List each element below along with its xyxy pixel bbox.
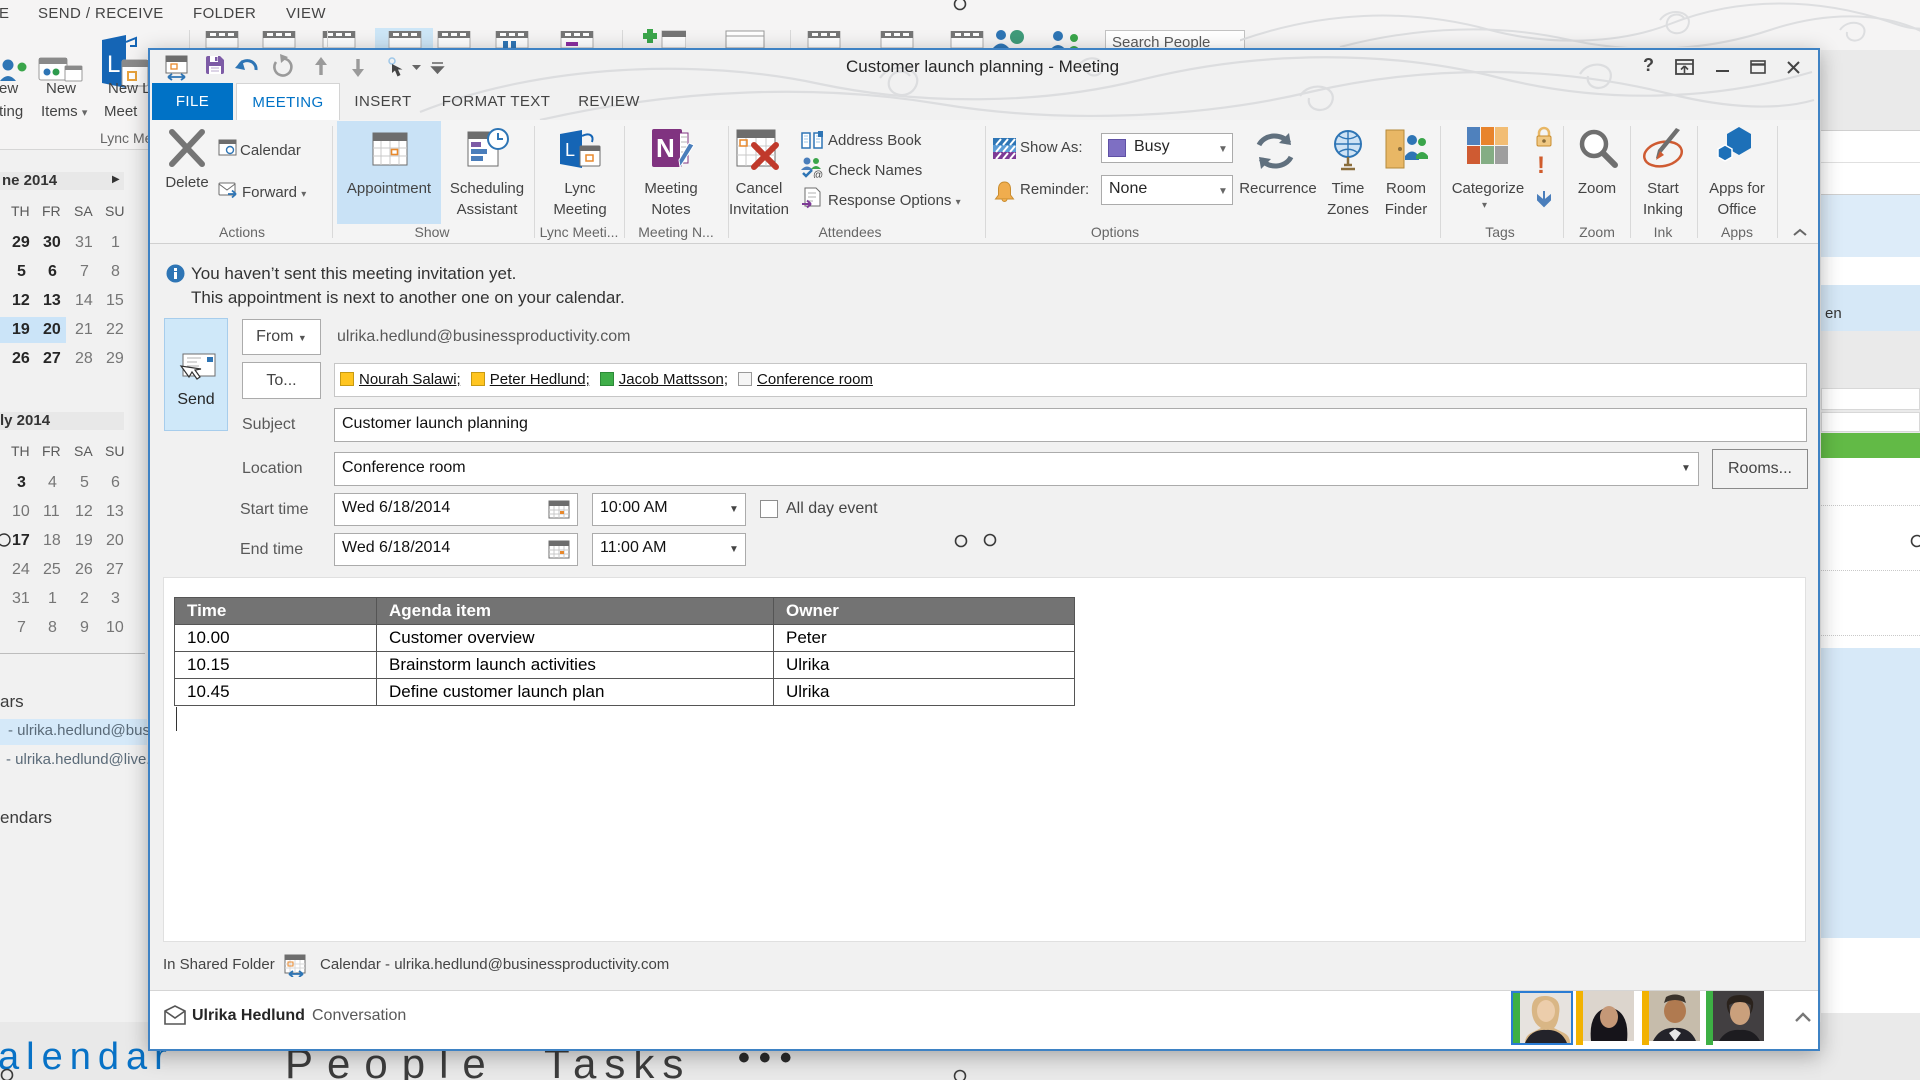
svg-text:N: N bbox=[656, 133, 675, 163]
svg-text:L: L bbox=[107, 51, 120, 78]
svg-text:@: @ bbox=[813, 170, 823, 178]
svg-text:L: L bbox=[565, 140, 575, 160]
